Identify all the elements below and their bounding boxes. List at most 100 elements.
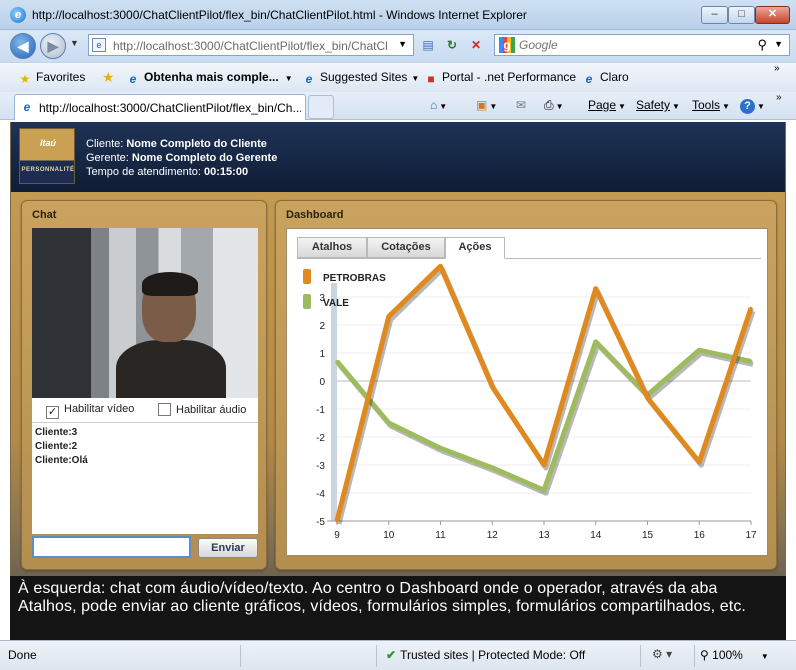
chat-message: Cliente:3	[35, 427, 77, 438]
favorites-button[interactable]: ★ Favorites	[18, 70, 86, 86]
more-chevron-icon[interactable]: »	[776, 92, 782, 103]
x-tick-label: 15	[642, 530, 654, 541]
data-point	[594, 340, 598, 344]
chevron-down-icon: ▼	[760, 652, 769, 661]
close-button[interactable]: ✕	[755, 6, 790, 24]
page-icon: e	[92, 38, 106, 52]
app-body: Chat ✓ Habilitar vídeo Habilitar áudio Cl…	[11, 192, 785, 640]
help-icon: ?	[740, 99, 755, 114]
y-tick-label: 0	[319, 377, 325, 388]
print-icon[interactable]: ⎙ ▼	[544, 98, 564, 113]
series-shadow	[337, 342, 754, 496]
chat-message: Cliente:2	[35, 441, 77, 452]
x-tick-label: 13	[538, 530, 550, 541]
y-tick-label: -5	[316, 517, 325, 528]
address-url[interactable]: http://localhost:3000/ChatClientPilot/fl…	[113, 39, 388, 53]
favorites-label: Favorites	[36, 70, 86, 84]
ie-page-icon: e	[23, 100, 31, 114]
back-button[interactable]: ◀	[10, 33, 36, 59]
tab-acoes[interactable]: Ações	[445, 237, 505, 259]
chevron-down-icon: ▼	[618, 102, 626, 111]
zoom-icon: ⚲	[700, 648, 709, 662]
header-cliente: Cliente: Nome Completo do Cliente	[86, 138, 267, 150]
media-options: ✓ Habilitar vídeo Habilitar áudio	[32, 398, 258, 422]
zoom-value: 100%	[712, 648, 743, 662]
cliente-label: Cliente:	[86, 138, 124, 150]
stop-icon[interactable]: ✕	[468, 37, 484, 53]
itau-personnalite-logo: Itaú PERSONNALITÉ	[19, 128, 75, 184]
dashboard-panel-title: Dashboard	[286, 209, 344, 221]
favorite-item-label: Portal - .net Performance	[442, 70, 577, 84]
mail-icon[interactable]: ✉	[516, 98, 526, 112]
feeds-icon[interactable]: ▣ ▼	[476, 98, 497, 112]
search-options-dropdown-icon[interactable]: ▼	[774, 39, 783, 49]
tab-atalhos[interactable]: Atalhos	[297, 237, 367, 258]
favorite-item-suggested-sites[interactable]: e Suggested Sites ▼	[302, 70, 420, 86]
data-point	[749, 359, 753, 363]
help-menu[interactable]: ? ▼	[740, 98, 765, 114]
safety-menu[interactable]: Safety ▼	[636, 98, 680, 112]
favorite-item-portal[interactable]: ■ Portal - .net Performance	[424, 70, 576, 86]
page-menu[interactable]: Page ▼	[588, 98, 626, 112]
gerente-value: Nome Completo do Gerente	[131, 152, 278, 164]
search-box[interactable]: g ⚲ ▼	[494, 34, 790, 56]
tab-cotacoes[interactable]: Cotações	[367, 237, 445, 258]
x-tick-label: 17	[745, 530, 757, 541]
compatibility-view-icon[interactable]: ▤	[420, 37, 436, 53]
google-icon: g	[499, 37, 515, 53]
data-point	[335, 359, 339, 363]
refresh-icon[interactable]: ↻	[444, 37, 460, 53]
more-chevron-icon[interactable]: »	[774, 63, 780, 74]
enable-video-checkbox[interactable]: ✓ Habilitar vídeo	[46, 403, 134, 419]
data-point	[542, 463, 546, 467]
message-sender: Cliente:	[35, 441, 72, 452]
favorite-item-label: Obtenha mais comple...	[144, 70, 279, 84]
checkbox-unchecked-icon	[158, 403, 171, 416]
data-point	[490, 466, 494, 470]
tools-menu-label: Tools	[692, 98, 721, 112]
x-tick-label: 9	[334, 530, 340, 541]
data-point	[594, 287, 598, 291]
tab-chat-client-pilot[interactable]: e http://localhost:3000/ChatClientPilot/…	[14, 94, 306, 120]
y-axis-band	[331, 283, 337, 521]
data-point	[749, 306, 753, 310]
status-bar: Done ✔ Trusted sites | Protected Mode: Of…	[0, 640, 796, 670]
star-icon: ★	[19, 72, 31, 86]
minimize-button[interactable]: –	[701, 6, 728, 24]
maximize-button[interactable]: □	[728, 6, 755, 24]
x-tick-label: 11	[435, 530, 446, 541]
zoom-level[interactable]: ⚲ 100% ▼	[700, 648, 769, 662]
checkbox-checked-icon: ✓	[46, 406, 59, 419]
address-toolbar: ◀ ▶ ▼ e http://localhost:3000/ChatClient…	[0, 30, 796, 62]
search-icon[interactable]: ⚲	[757, 37, 767, 53]
send-button[interactable]: Enviar	[198, 538, 258, 558]
search-input[interactable]	[519, 38, 739, 52]
tools-menu[interactable]: Tools ▼	[692, 98, 730, 112]
legend-label: PETROBRAS	[323, 273, 386, 284]
new-tab-button[interactable]	[308, 95, 334, 119]
x-tick-label: 16	[694, 530, 706, 541]
data-point	[697, 348, 701, 352]
forward-button[interactable]: ▶	[40, 33, 66, 59]
enable-audio-checkbox[interactable]: Habilitar áudio	[158, 403, 246, 416]
address-dropdown-icon[interactable]: ▼	[398, 39, 407, 49]
favorite-item-obtenha[interactable]: e Obtenha mais comple... ▼	[126, 70, 293, 86]
data-point	[542, 488, 546, 492]
legend-swatch	[303, 294, 311, 309]
popup-blocker-icon[interactable]: ⚙ ▾	[652, 647, 672, 661]
caption-text: À esquerda: chat com áudio/vídeo/texto. …	[10, 576, 786, 640]
security-zone[interactable]: ✔ Trusted sites | Protected Mode: Off	[386, 648, 585, 662]
chat-panel: Chat ✓ Habilitar vídeo Habilitar áudio Cl…	[21, 200, 267, 570]
y-tick-label: 2	[319, 321, 325, 332]
x-tick-label: 14	[590, 530, 602, 541]
address-bar[interactable]: e http://localhost:3000/ChatClientPilot/…	[88, 34, 414, 56]
home-icon[interactable]: ⌂ ▼	[430, 98, 447, 112]
box-icon: ■	[427, 72, 435, 86]
add-to-favorites-bar-icon[interactable]: ★	[102, 69, 115, 86]
chat-message-input[interactable]	[32, 536, 191, 558]
recent-pages-dropdown-icon[interactable]: ▼	[70, 38, 79, 48]
ie-logo-icon: e	[10, 7, 26, 23]
ie-page-icon: e	[129, 72, 137, 86]
favorite-item-claro[interactable]: e Claro	[582, 70, 629, 86]
header-gerente: Gerente: Nome Completo do Gerente	[86, 152, 277, 164]
